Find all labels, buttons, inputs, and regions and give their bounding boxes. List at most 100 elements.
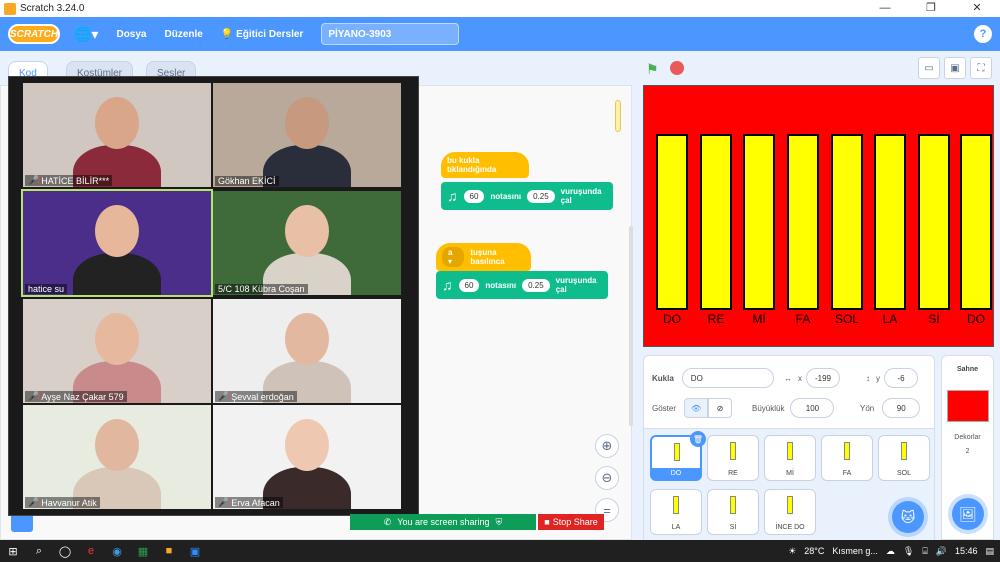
globe-icon[interactable]: 🌐▾ bbox=[74, 26, 98, 43]
stop-share-button[interactable]: ■ Stop Share bbox=[538, 514, 604, 530]
sprite-thumbnail[interactable]: DO 🗑 bbox=[650, 431, 706, 481]
note-input[interactable]: 60 bbox=[458, 278, 480, 292]
y-input[interactable]: -6 bbox=[884, 368, 918, 388]
direction-input[interactable]: 90 bbox=[882, 398, 921, 418]
minimize-button[interactable]: — bbox=[862, 0, 908, 17]
participant-name: 🎤̸ Ayşe Naz Çakar 579 bbox=[25, 391, 127, 402]
participant-face bbox=[95, 419, 139, 471]
sprite-thumbnail[interactable]: RE bbox=[707, 435, 759, 481]
participant-tile[interactable]: 🎤̸ Havvanur Atik bbox=[23, 405, 211, 509]
participant-tile[interactable]: 🎤̸ Ayşe Naz Çakar 579 bbox=[23, 299, 211, 403]
when-key-pressed-block[interactable]: a ▾ tuşuna basılınca bbox=[436, 243, 531, 271]
participant-tile[interactable]: 🎤̸ HATİCE BİLİR*** bbox=[23, 83, 211, 187]
participant-name-label: Gökhan EKİCİ bbox=[218, 176, 276, 186]
piano-key[interactable] bbox=[700, 134, 732, 310]
network-icon[interactable]: ⌸ bbox=[922, 546, 927, 557]
delete-sprite-icon[interactable]: 🗑 bbox=[690, 431, 706, 447]
sprite-thumbnail[interactable]: Sİ bbox=[707, 489, 759, 535]
green-flag-icon[interactable]: ⚑ bbox=[646, 61, 659, 78]
participant-name-label: 5/C 108 Kübra Coşan bbox=[218, 284, 305, 294]
windows-start-icon[interactable]: ⊞ bbox=[0, 540, 26, 562]
beat-input[interactable]: 0.25 bbox=[522, 278, 550, 292]
participant-tile[interactable]: 5/C 108 Kübra Coşan bbox=[213, 191, 401, 295]
scratch-taskbar-icon[interactable]: ■ bbox=[156, 540, 182, 562]
cloud-icon[interactable]: ☁ bbox=[886, 546, 895, 557]
music-note-icon: ♫ bbox=[442, 277, 453, 293]
zoom-app-icon[interactable]: ▣ bbox=[182, 540, 208, 562]
block-text: vuruşunda çal bbox=[555, 276, 597, 294]
mic-icon[interactable]: 🎙 bbox=[903, 546, 914, 557]
block-text: notasını bbox=[485, 280, 517, 290]
piano-key-label: DO bbox=[967, 312, 985, 326]
stop-icon[interactable] bbox=[670, 61, 684, 75]
volume-icon[interactable]: 🔊 bbox=[936, 546, 947, 557]
close-button[interactable]: ✕ bbox=[954, 0, 1000, 17]
help-icon[interactable]: ? bbox=[974, 25, 992, 43]
participant-tile[interactable]: 🎤̸ Erva Afacan bbox=[213, 405, 401, 509]
edge-icon[interactable]: ◉ bbox=[104, 540, 130, 562]
add-extension-icon[interactable] bbox=[11, 514, 33, 532]
sprite-name-input[interactable]: DO bbox=[681, 368, 774, 388]
menu-edit[interactable]: Düzenle bbox=[164, 29, 202, 40]
add-sprite-icon[interactable]: 🐱 bbox=[892, 501, 924, 533]
task-view-icon[interactable]: ◯ bbox=[52, 540, 78, 562]
search-icon[interactable]: ⌕ bbox=[26, 540, 52, 562]
piano-key[interactable] bbox=[787, 134, 819, 310]
hide-icon[interactable]: ⊘ bbox=[708, 398, 733, 418]
menu-bar: SCRATCH 🌐▾ Dosya Düzenle 💡 Eğitici Dersl… bbox=[0, 17, 1000, 51]
beat-input[interactable]: 0.25 bbox=[527, 189, 555, 203]
participant-face bbox=[285, 313, 329, 365]
piano-key[interactable] bbox=[743, 134, 775, 310]
fullscreen-icon[interactable]: ⛶ bbox=[970, 57, 992, 79]
small-stage-icon[interactable]: ▭ bbox=[918, 57, 940, 79]
eba-icon[interactable]: e bbox=[78, 540, 104, 562]
sprite-thumbnail-label: İNCE DO bbox=[775, 524, 805, 531]
menu-file[interactable]: Dosya bbox=[116, 29, 146, 40]
sprite-thumbnail[interactable]: FA bbox=[821, 435, 873, 481]
sprite-thumbnail[interactable]: Mİ bbox=[764, 435, 816, 481]
notifications-icon[interactable]: ▤ bbox=[985, 546, 994, 557]
size-input[interactable]: 100 bbox=[790, 398, 835, 418]
when-sprite-clicked-block[interactable]: bu kukla tıklandığında bbox=[441, 152, 529, 178]
piano-key[interactable] bbox=[918, 134, 950, 310]
muted-mic-icon: 🎤̸ bbox=[218, 497, 230, 507]
play-note-block[interactable]: ♫ 60 notasını 0.25 vuruşunda çal bbox=[436, 271, 608, 299]
stage-selector-panel[interactable]: Sahne Dekorlar 2 🖼 bbox=[941, 355, 994, 540]
sprite-thumbnail[interactable]: İNCE DO bbox=[764, 489, 816, 535]
vertical-scrollbar[interactable] bbox=[615, 100, 621, 132]
piano-key[interactable] bbox=[656, 134, 688, 310]
menu-tutorials[interactable]: 💡 Eğitici Dersler bbox=[221, 29, 304, 40]
weather-temp[interactable]: 28°C bbox=[804, 546, 824, 556]
weather-text[interactable]: Kısmen g... bbox=[832, 546, 878, 556]
key-dropdown[interactable]: a ▾ bbox=[442, 247, 465, 267]
add-backdrop-icon[interactable]: 🖼 bbox=[952, 498, 984, 530]
sprite-thumbnail-label: FA bbox=[842, 470, 852, 477]
scratch-logo[interactable]: SCRATCH bbox=[8, 24, 60, 44]
participant-name: hatice su bbox=[25, 284, 68, 294]
x-input[interactable]: -199 bbox=[806, 368, 840, 388]
piano-key[interactable] bbox=[960, 134, 992, 310]
clock[interactable]: 15:46 bbox=[955, 546, 978, 556]
sprite-thumbnail[interactable]: SOL bbox=[878, 435, 930, 481]
participant-tile-active-speaker[interactable]: hatice su bbox=[21, 189, 213, 297]
sprite-thumbnail[interactable]: LA bbox=[650, 489, 702, 535]
maximize-button[interactable]: ❐ bbox=[908, 0, 954, 17]
note-input[interactable]: 60 bbox=[463, 189, 485, 203]
x-arrows-icon: ↔ bbox=[784, 373, 792, 383]
participant-tile[interactable]: 🎤̸ Şevval erdoğan bbox=[213, 299, 401, 403]
excel-icon[interactable]: ▦ bbox=[130, 540, 156, 562]
vertical-scrollbar-track[interactable] bbox=[629, 226, 633, 426]
backdrop-thumbnail[interactable] bbox=[947, 390, 989, 422]
zoom-in-icon[interactable]: ⊕ bbox=[595, 434, 619, 458]
participant-tile[interactable]: Gökhan EKİCİ bbox=[213, 83, 401, 187]
piano-key[interactable] bbox=[831, 134, 863, 310]
stage-canvas[interactable]: DO RE Mİ FA SOL LA Sİ DO bbox=[643, 85, 994, 347]
sprite-costume-preview bbox=[787, 442, 793, 460]
show-visible-icon[interactable]: 👁 bbox=[684, 398, 709, 418]
zoom-out-icon[interactable]: ⊖ bbox=[595, 466, 619, 490]
piano-key[interactable] bbox=[874, 134, 906, 310]
piano-key-label: Sİ bbox=[928, 312, 940, 326]
large-stage-icon[interactable]: ▣ bbox=[944, 57, 966, 79]
project-title-input[interactable]: PİYANO-3903 bbox=[321, 23, 460, 45]
play-note-block[interactable]: ♫ 60 notasını 0.25 vuruşunda çal bbox=[441, 182, 613, 210]
